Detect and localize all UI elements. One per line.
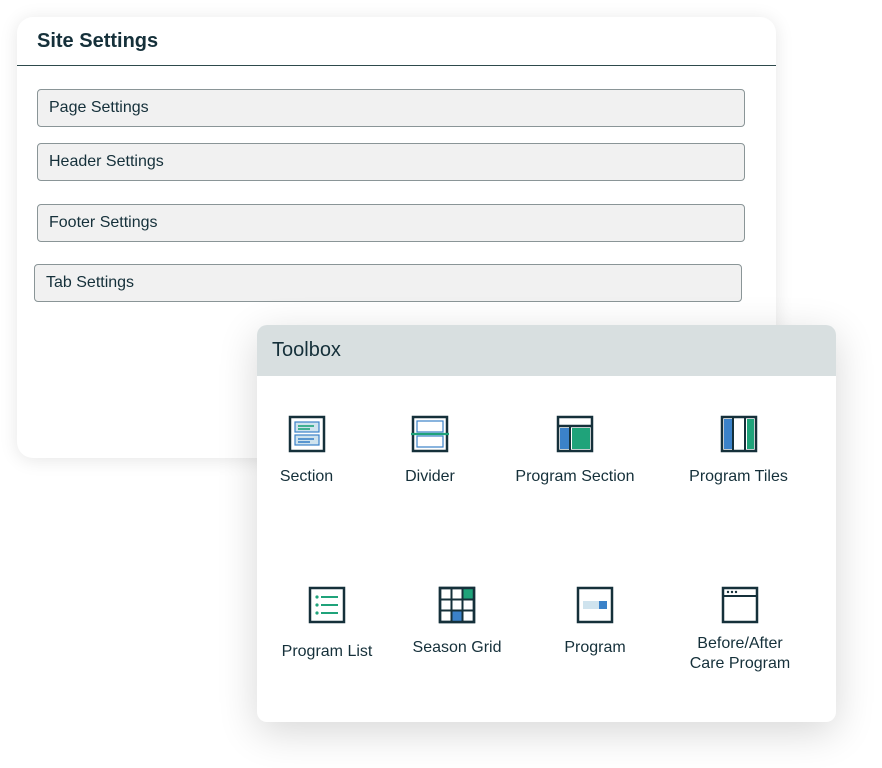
section-icon xyxy=(288,415,325,453)
program-icon xyxy=(576,586,614,624)
tool-program-list[interactable]: Program List xyxy=(275,586,379,662)
toolbox-title: Toolbox xyxy=(272,339,341,361)
tab-settings-label: Tab Settings xyxy=(46,274,135,291)
tab-settings-row[interactable]: Tab Settings xyxy=(34,264,742,302)
tool-before-after-care-program-label: Before/After Care Program xyxy=(689,635,791,672)
tool-program-list-label: Program List xyxy=(281,643,373,660)
page-settings-row[interactable]: Page Settings xyxy=(37,89,745,127)
tool-divider-label: Divider xyxy=(405,468,455,485)
tool-season-grid-label: Season Grid xyxy=(412,639,502,656)
site-settings-title: Site Settings xyxy=(37,29,159,52)
toolbox-panel: Toolbox Section Divider Program Section … xyxy=(257,325,836,722)
program-tiles-icon xyxy=(720,415,757,453)
tool-section[interactable]: Section xyxy=(269,415,344,487)
footer-settings-row[interactable]: Footer Settings xyxy=(37,204,745,242)
page-settings-label: Page Settings xyxy=(49,99,149,116)
program-list-icon xyxy=(308,586,346,624)
tool-program-section-label: Program Section xyxy=(515,468,635,485)
footer-settings-label: Footer Settings xyxy=(49,214,158,231)
header-settings-label: Header Settings xyxy=(49,153,164,170)
program-section-icon xyxy=(556,415,594,453)
tool-program-label: Program xyxy=(564,639,626,656)
tool-program-section[interactable]: Program Section xyxy=(510,415,640,487)
season-grid-icon xyxy=(438,586,476,624)
header-settings-row[interactable]: Header Settings xyxy=(37,143,745,181)
tool-program-tiles-label: Program Tiles xyxy=(689,468,788,485)
tool-season-grid[interactable]: Season Grid xyxy=(407,586,507,658)
toolbox-header: Toolbox xyxy=(257,325,836,376)
tool-section-label: Section xyxy=(279,468,334,485)
tool-program-tiles[interactable]: Program Tiles xyxy=(681,415,796,487)
tool-divider[interactable]: Divider xyxy=(395,415,465,487)
divider-icon xyxy=(411,415,449,453)
tool-before-after-care-program[interactable]: Before/After Care Program xyxy=(675,586,805,674)
site-settings-header: Site Settings xyxy=(17,17,776,66)
tool-program[interactable]: Program xyxy=(550,586,640,658)
before-after-care-icon xyxy=(721,586,759,624)
